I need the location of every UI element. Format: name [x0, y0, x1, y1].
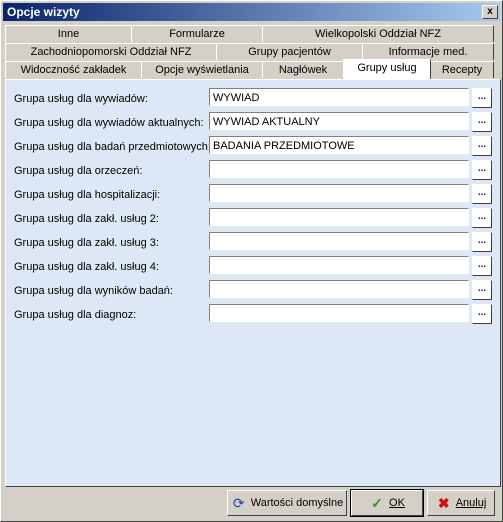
tab-zachodniopomorski[interactable]: Zachodniopomorski Oddział NFZ — [5, 43, 217, 60]
badania-przedmiotowe-field[interactable]: BADANIA PRZEDMIOTOWE — [209, 136, 469, 154]
tab-wielkopolski[interactable]: Wielkopolski Oddział NFZ — [262, 25, 494, 42]
tab-naglowek[interactable]: Nagłówek — [262, 61, 344, 78]
field-label: Grupa usług dla hospitalizacji: — [14, 189, 161, 201]
row-zakl-uslug-2: Grupa usług dla zakł. usług 2: ... — [6, 208, 500, 230]
row-wywiady: Grupa usług dla wywiadów: WYWIAD ... — [6, 88, 500, 110]
zakl-uslug-4-field[interactable] — [209, 256, 469, 274]
restore-defaults-button[interactable]: ⟳ Wartości domyślne — [227, 490, 347, 516]
dialog-window: Opcje wizyty x Inne Formularze Wielkopol… — [0, 0, 503, 522]
tab-recepty[interactable]: Recepty — [430, 61, 494, 78]
zakl-uslug-3-field[interactable] — [209, 232, 469, 250]
field-label: Grupa usług dla badań przedmiotowych: — [14, 141, 211, 153]
row-wywiady-aktualne: Grupa usług dla wywiadów aktualnych: WYW… — [6, 112, 500, 134]
button-bar: ⟳ Wartości domyślne ✓ OK ✖ Anuluj — [1, 486, 502, 521]
hospitalizacja-field[interactable] — [209, 184, 469, 202]
wywiady-field[interactable]: WYWIAD — [209, 88, 469, 106]
browse-button[interactable]: ... — [472, 112, 492, 132]
field-label: Grupa usług dla wywiadów aktualnych: — [14, 117, 204, 129]
title-bar[interactable]: Opcje wizyty x — [3, 3, 500, 21]
browse-button[interactable]: ... — [472, 160, 492, 180]
browse-button[interactable]: ... — [472, 304, 492, 324]
ok-button[interactable]: ✓ OK — [350, 489, 424, 517]
browse-button[interactable]: ... — [472, 256, 492, 276]
cancel-button[interactable]: ✖ Anuluj — [427, 490, 495, 516]
field-label: Grupa usług dla zakł. usług 2: — [14, 213, 159, 225]
checkmark-icon: ✓ — [371, 495, 383, 511]
browse-button[interactable]: ... — [472, 232, 492, 252]
field-label: Grupa usług dla zakł. usług 3: — [14, 237, 159, 249]
browse-button[interactable]: ... — [472, 184, 492, 204]
wyniki-badan-field[interactable] — [209, 280, 469, 298]
row-orzeczenia: Grupa usług dla orzeczeń: ... — [6, 160, 500, 182]
browse-button[interactable]: ... — [472, 88, 492, 108]
restore-defaults-label: Wartości domyślne — [250, 497, 344, 509]
field-label: Grupa usług dla wywiadów: — [14, 93, 148, 105]
row-zakl-uslug-4: Grupa usług dla zakł. usług 4: ... — [6, 256, 500, 278]
row-wyniki-badan: Grupa usług dla wyników badań: ... — [6, 280, 500, 302]
tab-grupy-uslug[interactable]: Grupy usług — [343, 59, 431, 79]
field-label: Grupa usług dla wyników badań: — [14, 285, 173, 297]
tab-informacje-med[interactable]: Informacje med. — [362, 43, 494, 60]
tab-opcje-wyswietlania[interactable]: Opcje wyświetlania — [141, 61, 263, 78]
x-icon: ✖ — [437, 495, 450, 511]
tab-formularze[interactable]: Formularze — [131, 25, 263, 42]
ok-label: OK — [389, 497, 405, 509]
cancel-label: Anuluj — [455, 497, 487, 509]
browse-button[interactable]: ... — [472, 208, 492, 228]
field-label: Grupa usług dla orzeczeń: — [14, 165, 143, 177]
orzeczenia-field[interactable] — [209, 160, 469, 178]
zakl-uslug-2-field[interactable] — [209, 208, 469, 226]
tab-inne[interactable]: Inne — [5, 25, 132, 42]
tab-grupy-pacjentow[interactable]: Grupy pacjentów — [216, 43, 363, 60]
field-label: Grupa usług dla diagnoz: — [14, 309, 137, 321]
service-groups-panel: Grupa usług dla wywiadów: WYWIAD ... Gru… — [5, 79, 501, 487]
row-hospitalizacja: Grupa usług dla hospitalizacji: ... — [6, 184, 500, 206]
row-zakl-uslug-3: Grupa usług dla zakł. usług 3: ... — [6, 232, 500, 254]
wywiady-aktualne-field[interactable]: WYWIAD AKTUALNY — [209, 112, 469, 130]
row-badania-przedmiotowe: Grupa usług dla badań przedmiotowych: BA… — [6, 136, 500, 158]
refresh-icon: ⟳ — [232, 495, 245, 511]
browse-button[interactable]: ... — [472, 280, 492, 300]
tab-widocznosc-zakladek[interactable]: Widoczność zakładek — [5, 61, 142, 78]
window-title: Opcje wizyty — [7, 5, 80, 19]
diagnozy-field[interactable] — [209, 304, 469, 322]
browse-button[interactable]: ... — [472, 136, 492, 156]
row-diagnozy: Grupa usług dla diagnoz: ... — [6, 304, 500, 326]
field-label: Grupa usług dla zakł. usług 4: — [14, 261, 159, 273]
close-button[interactable]: x — [482, 5, 498, 19]
